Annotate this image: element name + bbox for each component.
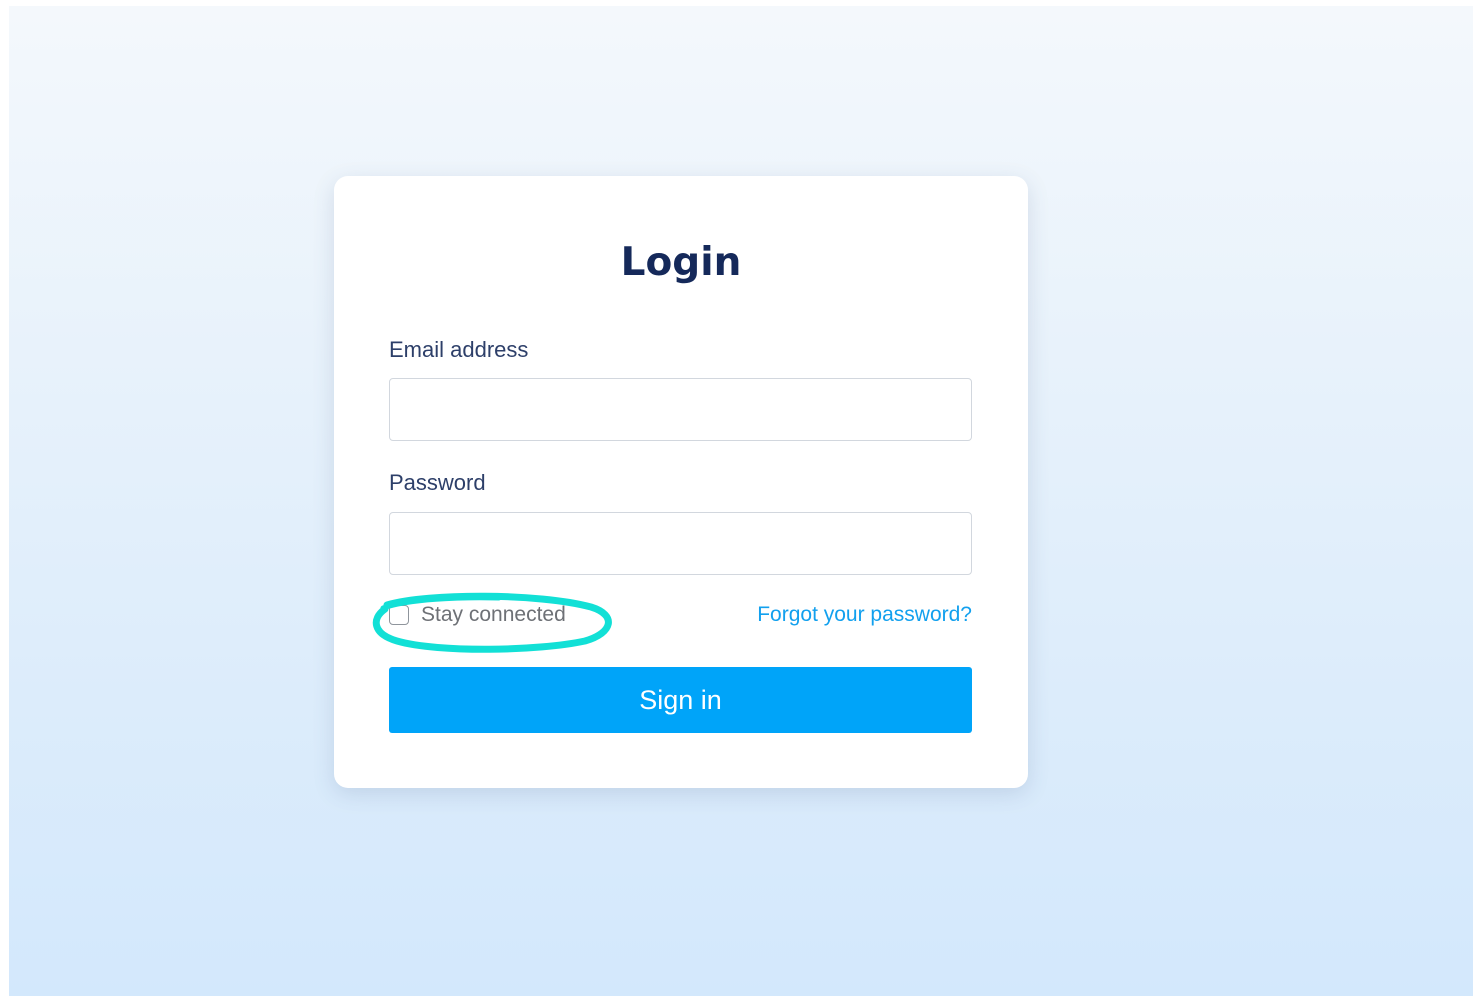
login-card: Login Email address Password Stay connec… xyxy=(334,176,1028,788)
forgot-password-link[interactable]: Forgot your password? xyxy=(757,601,972,629)
password-field[interactable] xyxy=(389,512,972,575)
stay-connected-option[interactable]: Stay connected xyxy=(389,601,566,629)
email-field[interactable] xyxy=(389,378,972,441)
sign-in-button[interactable]: Sign in xyxy=(389,667,972,733)
email-label: Email address xyxy=(389,337,529,362)
page-background: Login Email address Password Stay connec… xyxy=(9,6,1473,996)
password-label: Password xyxy=(389,470,486,495)
stay-connected-label: Stay connected xyxy=(421,603,566,626)
stay-connected-checkbox[interactable] xyxy=(389,605,409,625)
page-title: Login xyxy=(620,240,742,285)
